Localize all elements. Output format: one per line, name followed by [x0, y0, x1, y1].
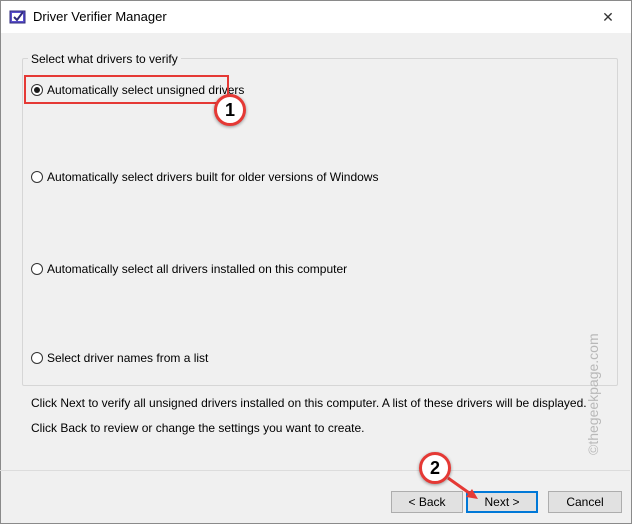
step-number: 2: [429, 457, 440, 478]
group-title: Select what drivers to verify: [28, 52, 181, 66]
step-marker-2: 2: [419, 452, 451, 484]
option-all-drivers[interactable]: Automatically select all drivers install…: [31, 262, 347, 276]
info-text-next: Click Next to verify all unsigned driver…: [31, 396, 587, 410]
highlight-box: [24, 75, 229, 104]
title-bar: Driver Verifier Manager ✕: [1, 1, 631, 33]
option-label: Select driver names from a list: [47, 351, 209, 365]
option-select-from-list[interactable]: Select driver names from a list: [31, 351, 208, 365]
info-text-back: Click Back to review or change the setti…: [31, 421, 365, 435]
radio-select-from-list[interactable]: [31, 352, 43, 364]
close-icon: ✕: [602, 8, 614, 25]
option-label: Automatically select all drivers install…: [47, 262, 348, 276]
radio-all-drivers[interactable]: [31, 263, 43, 275]
window-title: Driver Verifier Manager: [33, 9, 167, 24]
next-button[interactable]: Next >: [466, 491, 538, 513]
step-marker-1: 1: [214, 94, 246, 126]
radio-older-windows-drivers[interactable]: [31, 171, 43, 183]
close-button[interactable]: ✕: [585, 1, 631, 33]
option-label: Automatically select drivers built for o…: [47, 170, 379, 184]
cancel-button[interactable]: Cancel: [548, 491, 622, 513]
driver-verifier-icon: [9, 8, 27, 26]
step-number: 1: [224, 99, 235, 120]
driver-selection-group: [22, 58, 618, 386]
footer-separator: [0, 470, 630, 471]
watermark: ©thegeekpage.com: [585, 333, 601, 455]
option-older-windows-drivers[interactable]: Automatically select drivers built for o…: [31, 170, 378, 184]
back-button[interactable]: < Back: [391, 491, 463, 513]
